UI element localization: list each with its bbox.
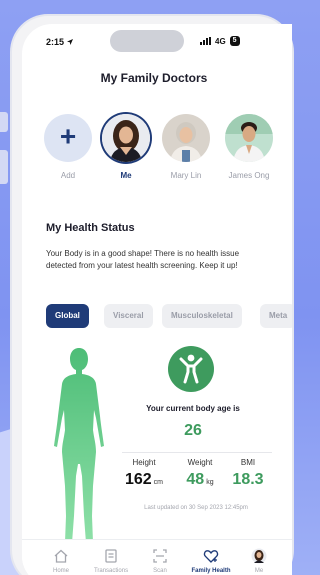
battery-icon: 5: [229, 36, 240, 46]
health-body-icon: [168, 346, 214, 392]
metric-label: Weight: [187, 458, 213, 467]
side-button: [0, 112, 8, 132]
divider: [122, 452, 272, 453]
signal-icon: [200, 37, 211, 45]
heart-plus-icon: [203, 550, 219, 563]
avatar: [225, 114, 273, 162]
avatar: [162, 114, 210, 162]
health-status-description: Your Body is in a good shape! There is n…: [46, 249, 240, 270]
scan-icon: [153, 549, 167, 563]
profile-avatar-icon: [251, 548, 267, 564]
page-title: My Family Doctors: [100, 71, 208, 85]
doctor-item-james-ong[interactable]: James Ong: [223, 114, 275, 180]
last-updated-text: Last updated on 30 Sep 2023 12:45pm: [144, 505, 248, 511]
health-status-title: My Health Status: [46, 222, 135, 234]
tab-transactions[interactable]: Transactions: [86, 548, 136, 574]
doctor-label: Me: [120, 171, 132, 180]
weight-value: 48: [186, 471, 205, 488]
add-doctor-button[interactable]: + Add: [42, 114, 94, 180]
tab-label: Me: [254, 568, 264, 574]
metric-label: Height: [132, 458, 156, 467]
phone-frame: 2:15 4G 5 My Family Doctors + Add Me Mar…: [12, 16, 292, 575]
doctor-item-me[interactable]: Me: [100, 114, 152, 180]
metric-label: BMI: [240, 458, 256, 467]
location-arrow-icon: [67, 39, 73, 45]
home-icon: [54, 549, 68, 563]
dynamic-island: [110, 30, 184, 52]
status-indicators: 4G 5: [200, 36, 240, 46]
weight-metric: Weight 48 kg: [174, 458, 226, 489]
tab-home[interactable]: Home: [36, 548, 86, 574]
bmi-value: 18.3: [232, 471, 264, 488]
tab-label: Transactions: [93, 568, 129, 574]
tab-meta[interactable]: Meta: [260, 304, 292, 328]
bottom-tab-bar: Home Transactions Scan Family Health Me: [22, 539, 292, 575]
status-bar: 2:15 4G 5: [22, 24, 292, 58]
add-avatar: +: [44, 114, 92, 162]
tab-visceral[interactable]: Visceral: [104, 304, 153, 328]
network-label: 4G: [215, 36, 226, 46]
receipt-icon: [105, 549, 117, 563]
weight-unit: kg: [206, 479, 214, 486]
tab-label: Family Health: [191, 568, 231, 574]
bmi-metric: BMI 18.3: [222, 458, 274, 489]
doctor-label: Mary Lin: [170, 171, 202, 180]
avatar: [102, 114, 150, 162]
tab-label: Home: [52, 568, 69, 574]
tab-family-health[interactable]: Family Health: [186, 548, 236, 574]
tab-label: Scan: [153, 568, 167, 574]
body-age-value: 26: [184, 422, 202, 439]
height-metric: Height 162 cm: [118, 458, 170, 489]
status-time: 2:15: [46, 37, 65, 47]
tab-musculoskeletal[interactable]: Musculoskeletal: [162, 304, 242, 328]
plus-icon: +: [59, 120, 77, 152]
doctor-item-mary-lin[interactable]: Mary Lin: [160, 114, 212, 180]
doctor-label: James Ong: [228, 171, 270, 180]
body-age-label: Your current body age is: [146, 404, 240, 413]
body-silhouette: [54, 348, 104, 543]
family-doctors-list: + Add Me Mary Lin James Ong: [22, 114, 292, 214]
height-unit: cm: [153, 479, 164, 486]
doctor-label: Add: [60, 171, 76, 180]
tab-scan[interactable]: Scan: [135, 548, 185, 574]
app-screen: 2:15 4G 5 My Family Doctors + Add Me Mar…: [22, 24, 292, 575]
tab-me[interactable]: Me: [234, 548, 284, 574]
side-button: [0, 150, 8, 184]
height-value: 162: [124, 471, 152, 488]
tab-global[interactable]: Global: [46, 304, 89, 328]
